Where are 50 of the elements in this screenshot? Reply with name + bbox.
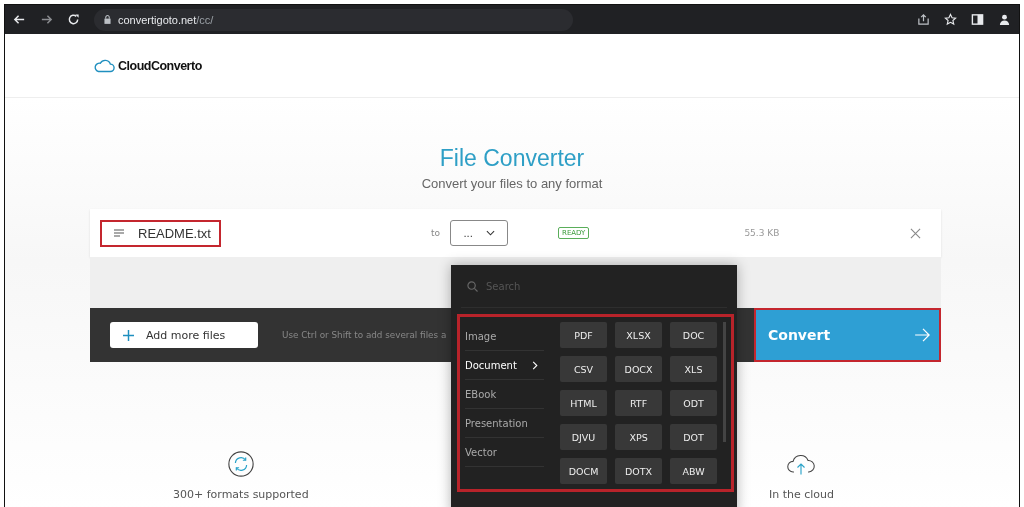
hint-text: Use Ctrl or Shift to add several files a — [282, 330, 447, 340]
forward-icon[interactable] — [40, 13, 53, 26]
star-icon[interactable] — [944, 13, 957, 26]
chevron-icon — [532, 360, 539, 370]
format-option[interactable]: PDF — [560, 322, 608, 348]
feature-label: 300+ formats supported — [173, 488, 309, 501]
url-text: convertigoto.net/cc/ — [118, 13, 214, 26]
lock-icon — [104, 15, 111, 24]
category-item[interactable]: Vector — [465, 438, 545, 467]
back-icon[interactable] — [13, 13, 26, 26]
to-label: to — [430, 228, 440, 238]
caret-icon — [485, 230, 495, 236]
text-file-icon — [114, 229, 124, 237]
format-option[interactable]: CSV — [560, 356, 608, 382]
close-icon[interactable] — [910, 227, 921, 239]
format-option[interactable]: ODT — [670, 390, 718, 416]
format-option[interactable]: DOC — [670, 322, 718, 348]
category-item[interactable]: Image — [465, 322, 545, 351]
reload-icon[interactable] — [67, 13, 80, 26]
format-option[interactable]: DOCM — [560, 458, 608, 484]
arrow-icon — [915, 328, 931, 342]
file-size: 55.3 KB — [744, 228, 780, 238]
format-option[interactable]: DOCX — [615, 356, 663, 382]
file-name: README.txt — [138, 225, 211, 241]
profile-icon[interactable] — [998, 13, 1011, 26]
format-option[interactable]: HTML — [560, 390, 608, 416]
page-subtitle: Convert your files to any format — [420, 176, 604, 191]
feature-label: In the cloud — [768, 488, 834, 501]
category-item[interactable]: EBook — [465, 380, 545, 409]
format-option[interactable]: XLSX — [615, 322, 663, 348]
format-option[interactable]: DOTX — [615, 458, 663, 484]
format-option[interactable]: XPS — [615, 424, 663, 450]
sync-icon — [225, 450, 256, 478]
format-select[interactable]: ... — [450, 220, 508, 246]
add-files-button[interactable]: Add more files — [110, 322, 258, 348]
share-icon[interactable] — [917, 13, 930, 26]
format-option[interactable]: ABW — [670, 458, 718, 484]
cloud-icon — [93, 58, 115, 73]
format-option[interactable]: DJVU — [560, 424, 608, 450]
page-title: File Converter — [438, 144, 586, 172]
format-option[interactable]: XLS — [670, 356, 718, 382]
category-item[interactable]: Presentation — [465, 409, 545, 438]
format-option[interactable]: DOT — [670, 424, 718, 450]
search-icon — [467, 280, 478, 292]
address-bar[interactable]: convertigoto.net/cc/ — [94, 8, 573, 31]
side-panel-icon[interactable] — [971, 13, 984, 26]
logo-text[interactable]: CloudConverto — [118, 58, 202, 73]
format-option[interactable]: RTF — [615, 390, 663, 416]
plus-icon — [123, 329, 134, 341]
category-item[interactable]: Document — [465, 351, 545, 380]
